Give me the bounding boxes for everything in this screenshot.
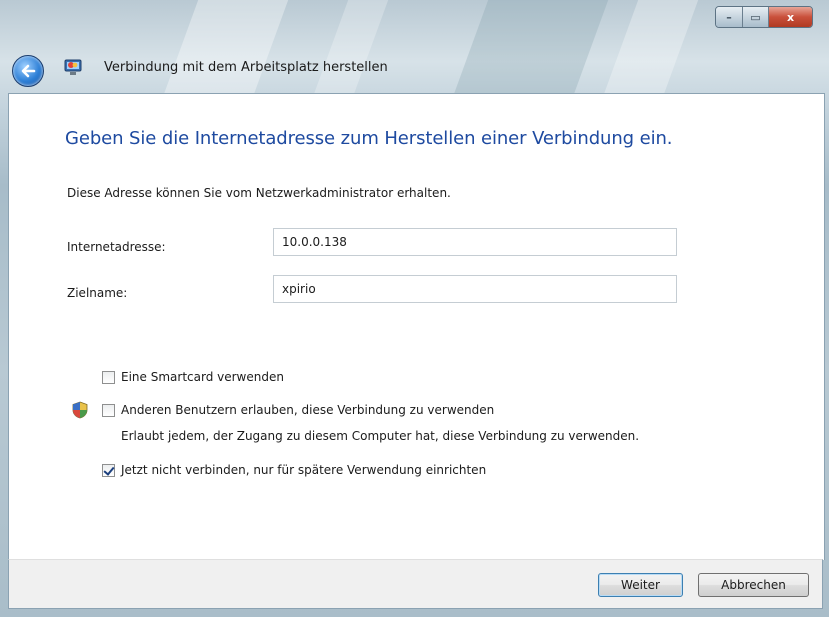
cancel-button[interactable]: Abbrechen [698,573,809,597]
page-heading: Geben Sie die Internetadresse zum Herste… [65,128,673,149]
glass-reflection [311,0,389,100]
minimize-button[interactable]: – [716,7,743,27]
caption-buttons: – ▭ x [715,6,813,28]
address-input[interactable] [273,228,677,256]
allow-others-description: Erlaubt jedem, der Zugang zu diesem Comp… [121,429,640,443]
smartcard-checkbox[interactable] [102,370,115,384]
content-pane: Geben Sie die Internetadresse zum Herste… [8,93,825,560]
info-text: Diese Adresse können Sie vom Netzwerkadm… [67,186,451,200]
smartcard-label: Eine Smartcard verwenden [121,370,284,384]
connect-later-label: Jetzt nicht verbinden, nur für spätere V… [121,463,487,477]
next-button[interactable]: Weiter [598,573,683,597]
allow-others-option[interactable]: Anderen Benutzern erlauben, diese Verbin… [102,403,494,417]
address-label: Internetadresse: [67,240,166,254]
connect-later-option[interactable]: Jetzt nicht verbinden, nur für spätere V… [102,463,486,477]
minimize-icon: – [726,10,732,24]
allow-others-label: Anderen Benutzern erlauben, diese Verbin… [121,403,495,417]
window-title: Verbindung mit dem Arbeitsplatz herstell… [104,60,388,75]
connect-later-checkbox[interactable] [102,463,115,477]
back-button[interactable] [12,55,44,87]
glass-reflection [451,0,609,100]
maximize-button[interactable]: ▭ [743,7,769,27]
back-arrow-icon [21,64,36,78]
glass-reflection [161,0,289,100]
destination-input[interactable] [273,275,677,303]
allow-others-checkbox[interactable] [102,403,115,417]
close-icon: x [786,10,795,24]
maximize-icon: ▭ [750,10,761,24]
remote-desktop-icon [64,59,82,75]
button-bar: Weiter Abbrechen [8,559,823,609]
glass-reflection [601,0,699,100]
smartcard-option[interactable]: Eine Smartcard verwenden [102,370,284,384]
window-frame: – ▭ x Verbindung mit dem Arbeitsplatz he… [0,0,829,617]
close-button[interactable]: x [769,7,812,27]
uac-shield-icon [72,401,88,419]
destination-label: Zielname: [67,286,128,300]
